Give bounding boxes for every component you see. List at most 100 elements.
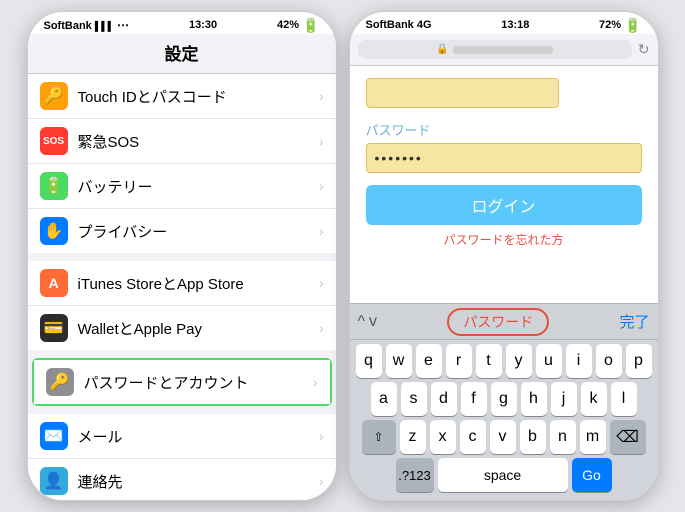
- refresh-button[interactable]: ↻: [638, 41, 650, 58]
- password-field[interactable]: •••••••: [366, 143, 642, 173]
- chevron-icon: ›: [319, 320, 324, 336]
- privacy-icon: ✋: [40, 217, 68, 245]
- lock-icon: 🔒: [436, 44, 448, 55]
- left-phone: SoftBank ▌▌▌ ⋯ 13:30 42% 🔋 設定 🔑 Touch ID…: [27, 11, 337, 501]
- forgot-password-link[interactable]: パスワードを忘れた方: [366, 231, 642, 248]
- key-y[interactable]: y: [506, 344, 532, 378]
- key-a[interactable]: a: [371, 382, 397, 416]
- chevron-icon: ›: [319, 133, 324, 149]
- keyboard-container: ^ v パスワード 完了 q w e r t y u i o p: [350, 303, 658, 500]
- settings-item-sos[interactable]: SOS 緊急SOS ›: [28, 119, 336, 164]
- key-u[interactable]: u: [536, 344, 562, 378]
- browser-content: パスワード ••••••• ログイン パスワードを忘れた方: [350, 66, 658, 303]
- key-d[interactable]: d: [431, 382, 457, 416]
- key-s[interactable]: s: [401, 382, 427, 416]
- battery-left: 42% 🔋: [277, 17, 319, 34]
- privacy-label: プライバシー: [78, 221, 319, 242]
- key-numbers[interactable]: .?123: [396, 458, 434, 492]
- mail-icon: ✉️: [40, 422, 68, 450]
- settings-list: 🔑 Touch IDとパスコード › SOS 緊急SOS › 🔋 バッテリー ›…: [28, 74, 336, 500]
- kb-row-4: .?123 space Go: [352, 458, 656, 492]
- settings-item-wallet[interactable]: 💳 WalletとApple Pay ›: [28, 306, 336, 350]
- battery-right: 72% 🔋: [599, 17, 641, 34]
- sos-icon: SOS: [40, 127, 68, 155]
- carrier-right: SoftBank 4G: [366, 19, 432, 31]
- settings-section-4: ✉️ メール › 👤 連絡先 › 📅 カレンダー › 📝 メモ ›: [28, 414, 336, 500]
- key-shift[interactable]: ⇧: [362, 420, 396, 454]
- key-g[interactable]: g: [491, 382, 517, 416]
- key-p[interactable]: p: [626, 344, 652, 378]
- browser-bar: 🔒 ↻: [350, 34, 658, 66]
- settings-item-battery[interactable]: 🔋 バッテリー ›: [28, 164, 336, 209]
- passwords-label: パスワードとアカウント: [84, 372, 313, 393]
- settings-item-touchid[interactable]: 🔑 Touch IDとパスコード ›: [28, 74, 336, 119]
- chevron-icon: ›: [319, 428, 324, 444]
- chevron-icon: ›: [319, 473, 324, 489]
- key-go[interactable]: Go: [572, 458, 612, 492]
- keyboard-done-button[interactable]: 完了: [619, 311, 649, 332]
- wallet-icon: 💳: [40, 314, 68, 342]
- settings-item-passwords[interactable]: 🔑 パスワードとアカウント ›: [34, 360, 330, 404]
- key-t[interactable]: t: [476, 344, 502, 378]
- key-l[interactable]: l: [611, 382, 637, 416]
- touchid-label: Touch IDとパスコード: [78, 86, 319, 107]
- key-o[interactable]: o: [596, 344, 622, 378]
- down-arrow[interactable]: v: [369, 313, 377, 331]
- battery-icon-settings: 🔋: [40, 172, 68, 200]
- status-bar-right: SoftBank 4G 13:18 72% 🔋: [350, 12, 658, 34]
- key-q[interactable]: q: [356, 344, 382, 378]
- chevron-icon: ›: [319, 178, 324, 194]
- sos-label: 緊急SOS: [78, 131, 319, 152]
- kb-row-2: a s d f g h j k l: [352, 382, 656, 416]
- mail-label: メール: [78, 426, 319, 447]
- key-v[interactable]: v: [490, 420, 516, 454]
- settings-item-contacts[interactable]: 👤 連絡先 ›: [28, 459, 336, 500]
- key-j[interactable]: j: [551, 382, 577, 416]
- chevron-icon: ›: [313, 374, 318, 390]
- url-placeholder: [453, 46, 553, 54]
- login-button[interactable]: ログイン: [366, 185, 642, 225]
- key-r[interactable]: r: [446, 344, 472, 378]
- username-field[interactable]: [366, 78, 559, 108]
- settings-item-mail[interactable]: ✉️ メール ›: [28, 414, 336, 459]
- settings-section-2: A iTunes StoreとApp Store › 💳 WalletとAppl…: [28, 261, 336, 350]
- key-delete[interactable]: ⌫: [610, 420, 646, 454]
- chevron-icon: ›: [319, 88, 324, 104]
- touchid-icon: 🔑: [40, 82, 68, 110]
- right-phone: SoftBank 4G 13:18 72% 🔋 🔒 ↻ パスワード: [349, 11, 659, 501]
- key-w[interactable]: w: [386, 344, 412, 378]
- appstore-icon: A: [40, 269, 68, 297]
- keyboard-toolbar: ^ v パスワード 完了: [350, 304, 658, 340]
- key-i[interactable]: i: [566, 344, 592, 378]
- key-z[interactable]: z: [400, 420, 426, 454]
- password-dots: •••••••: [375, 150, 423, 166]
- key-e[interactable]: e: [416, 344, 442, 378]
- carrier-left: SoftBank ▌▌▌ ⋯: [44, 18, 130, 32]
- url-bar[interactable]: 🔒: [358, 40, 632, 59]
- keyboard-keys: q w e r t y u i o p a s d f g h: [350, 340, 658, 500]
- chevron-icon: ›: [319, 275, 324, 291]
- status-bar-left: SoftBank ▌▌▌ ⋯ 13:30 42% 🔋: [28, 12, 336, 34]
- time-right: 13:18: [501, 19, 529, 31]
- key-h[interactable]: h: [521, 382, 547, 416]
- battery-label: バッテリー: [78, 176, 319, 197]
- key-n[interactable]: n: [550, 420, 576, 454]
- password-icon: 🔑: [46, 368, 74, 396]
- key-k[interactable]: k: [581, 382, 607, 416]
- key-f[interactable]: f: [461, 382, 487, 416]
- key-x[interactable]: x: [430, 420, 456, 454]
- settings-item-privacy[interactable]: ✋ プライバシー ›: [28, 209, 336, 253]
- settings-title: 設定: [165, 45, 199, 64]
- settings-item-appstore[interactable]: A iTunes StoreとApp Store ›: [28, 261, 336, 306]
- key-m[interactable]: m: [580, 420, 606, 454]
- keyboard-password-label: パスワード: [447, 308, 549, 336]
- time-left: 13:30: [189, 19, 217, 31]
- contacts-label: 連絡先: [78, 471, 319, 492]
- toolbar-navigation: ^ v: [358, 313, 378, 331]
- contacts-icon: 👤: [40, 467, 68, 495]
- key-space[interactable]: space: [438, 458, 568, 492]
- key-b[interactable]: b: [520, 420, 546, 454]
- up-arrow[interactable]: ^: [358, 313, 366, 331]
- wallet-label: WalletとApple Pay: [78, 318, 319, 339]
- key-c[interactable]: c: [460, 420, 486, 454]
